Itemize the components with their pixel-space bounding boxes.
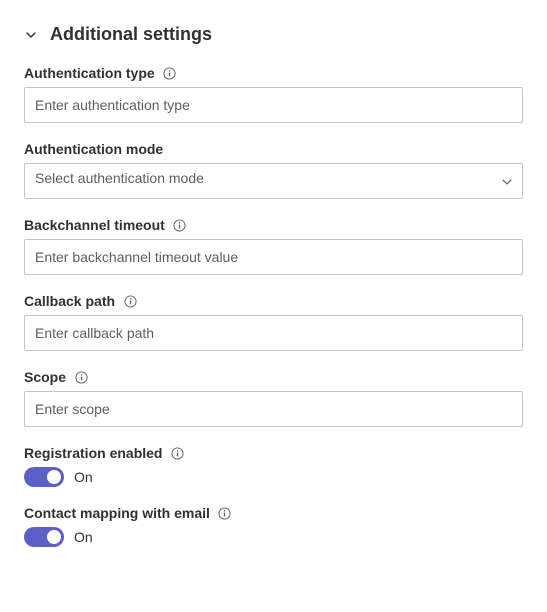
info-icon[interactable]	[173, 218, 187, 232]
authentication-type-input[interactable]	[24, 87, 523, 123]
field-registration-enabled: Registration enabled On	[24, 445, 523, 487]
contact-mapping-toggle[interactable]	[24, 527, 64, 547]
registration-enabled-toggle[interactable]	[24, 467, 64, 487]
field-scope: Scope	[24, 369, 523, 427]
section-title: Additional settings	[50, 24, 212, 45]
scope-input[interactable]	[24, 391, 523, 427]
section-header[interactable]: Additional settings	[24, 24, 523, 45]
field-label-row: Authentication mode	[24, 141, 523, 157]
callback-path-label: Callback path	[24, 293, 115, 309]
field-authentication-mode: Authentication mode Select authenticatio…	[24, 141, 523, 199]
field-label-row: Registration enabled	[24, 445, 523, 461]
scope-label: Scope	[24, 369, 66, 385]
field-label-row: Backchannel timeout	[24, 217, 523, 233]
chevron-down-icon	[24, 28, 38, 42]
contact-mapping-state: On	[74, 529, 93, 545]
registration-enabled-label: Registration enabled	[24, 445, 162, 461]
authentication-type-label: Authentication type	[24, 65, 155, 81]
field-backchannel-timeout: Backchannel timeout	[24, 217, 523, 275]
authentication-mode-select[interactable]: Select authentication mode	[24, 163, 523, 199]
field-label-row: Scope	[24, 369, 523, 385]
contact-mapping-label: Contact mapping with email	[24, 505, 210, 521]
info-icon[interactable]	[170, 446, 184, 460]
toggle-row: On	[24, 467, 523, 487]
authentication-mode-label: Authentication mode	[24, 141, 163, 157]
field-label-row: Callback path	[24, 293, 523, 309]
info-icon[interactable]	[74, 370, 88, 384]
registration-enabled-state: On	[74, 469, 93, 485]
field-label-row: Authentication type	[24, 65, 523, 81]
toggle-thumb	[47, 530, 61, 544]
backchannel-timeout-label: Backchannel timeout	[24, 217, 165, 233]
field-contact-mapping: Contact mapping with email On	[24, 505, 523, 547]
field-authentication-type: Authentication type	[24, 65, 523, 123]
info-icon[interactable]	[123, 294, 137, 308]
info-icon[interactable]	[163, 66, 177, 80]
toggle-thumb	[47, 470, 61, 484]
backchannel-timeout-input[interactable]	[24, 239, 523, 275]
select-wrapper: Select authentication mode	[24, 163, 523, 199]
callback-path-input[interactable]	[24, 315, 523, 351]
field-callback-path: Callback path	[24, 293, 523, 351]
info-icon[interactable]	[218, 506, 232, 520]
toggle-row: On	[24, 527, 523, 547]
field-label-row: Contact mapping with email	[24, 505, 523, 521]
